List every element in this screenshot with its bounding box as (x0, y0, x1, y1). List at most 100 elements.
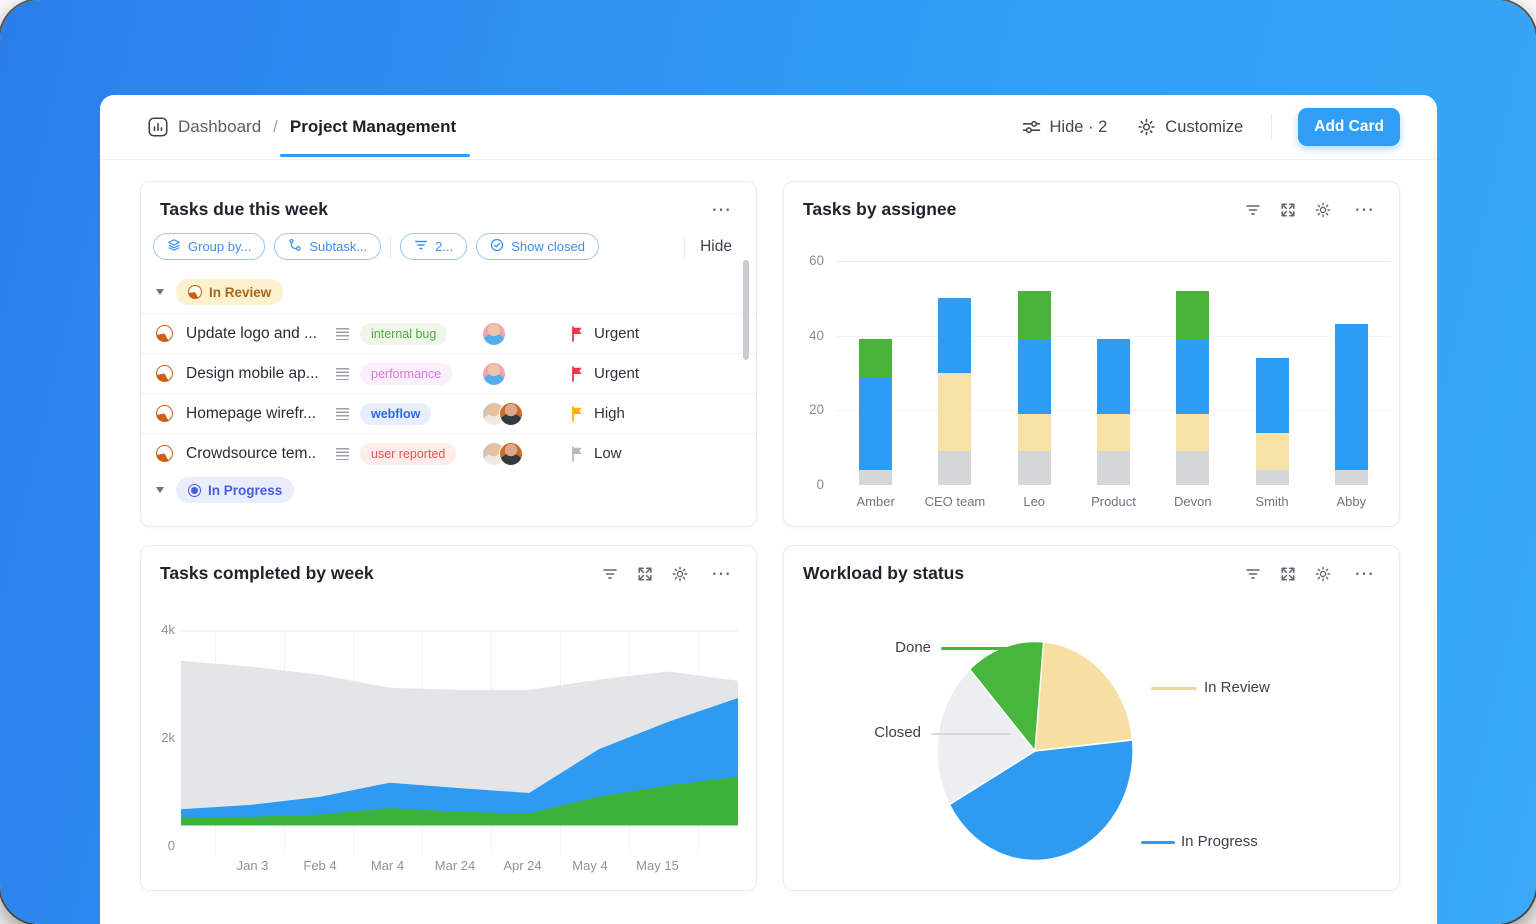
pie-label-closed: Closed (784, 723, 921, 743)
priority-label: Urgent (594, 325, 639, 342)
card-menu-button[interactable]: ⋯ (707, 203, 736, 217)
stacked-bar (938, 298, 971, 485)
gear-icon[interactable] (1315, 202, 1331, 218)
segment-blue (1256, 358, 1289, 433)
filter-icon[interactable] (602, 566, 618, 582)
task-title[interactable]: Crowdsource tem.. (186, 445, 336, 463)
assignee-avatars[interactable] (482, 402, 570, 426)
x-tick-label: Mar 4 (371, 858, 404, 873)
workload-pie-chart: Done In Review Closed In Progress (784, 546, 1399, 890)
avatar (499, 402, 523, 426)
subtask-icon (288, 238, 302, 255)
breadcrumb-dashboard[interactable]: Dashboard (178, 117, 261, 137)
dashboard-chart-icon (148, 117, 168, 137)
segment-gray (1256, 470, 1289, 485)
y-tick-label: 20 (790, 402, 824, 417)
segment-blue (938, 298, 971, 373)
breadcrumb-current-tab[interactable]: Project Management (290, 117, 456, 137)
group-by-chip[interactable]: Group by... (153, 233, 265, 260)
status-group-row[interactable]: In Progress (141, 473, 756, 511)
sliders-icon (1022, 118, 1041, 136)
chips-divider (390, 236, 391, 258)
priority-cell[interactable]: Urgent (570, 325, 744, 342)
collapse-triangle-icon[interactable] (156, 289, 164, 295)
task-title[interactable]: Homepage wirefr... (186, 405, 336, 423)
pie-line-in-review (1151, 687, 1197, 690)
filter-icon[interactable] (1245, 202, 1261, 218)
bar-column[interactable]: Leo (995, 261, 1074, 485)
segment-green (1176, 291, 1209, 340)
pie-line-done (941, 647, 1007, 650)
task-row[interactable]: Homepage wirefr... webflow High (141, 393, 756, 433)
card-title: Tasks by assignee (803, 199, 956, 220)
task-row[interactable]: Crowdsource tem.. user reported Low (141, 433, 756, 473)
top-bar-actions: Hide · 2 Customize Add Card (1020, 108, 1400, 146)
completed-header: Tasks completed by week ⋯ (141, 546, 756, 584)
expand-icon[interactable] (1280, 202, 1296, 218)
segment-green (859, 339, 892, 376)
scrollbar-thumb[interactable] (743, 260, 749, 360)
segment-blue (859, 377, 892, 470)
status-pill[interactable]: In Review (176, 279, 283, 305)
x-tick-label: May 15 (636, 858, 679, 873)
subtask-chip[interactable]: Subtask... (274, 233, 381, 260)
tasks-due-header: Tasks due this week ⋯ (141, 182, 756, 220)
segment-gray (1176, 451, 1209, 485)
add-card-button[interactable]: Add Card (1298, 108, 1400, 146)
customize-button[interactable]: Customize (1135, 114, 1245, 141)
gear-icon[interactable] (672, 566, 688, 582)
assignee-avatars[interactable] (482, 442, 570, 466)
card-menu-button[interactable]: ⋯ (707, 567, 736, 581)
task-title[interactable]: Design mobile ap... (186, 365, 336, 383)
breadcrumb-separator: / (273, 117, 278, 137)
bar-column[interactable]: Amber (836, 261, 915, 485)
assignee-avatars[interactable] (482, 322, 570, 346)
status-pill[interactable]: In Progress (176, 477, 294, 503)
priority-cell[interactable]: Urgent (570, 365, 744, 382)
bar-column[interactable]: Product (1074, 261, 1153, 485)
chip-label: Show closed (511, 239, 585, 254)
assignee-bar-chart: 0204060AmberCEO teamLeoProductDevonSmith… (784, 261, 1399, 485)
x-tick-label: Mar 24 (435, 858, 475, 873)
task-tag[interactable]: internal bug (360, 323, 447, 345)
show-closed-chip[interactable]: Show closed (476, 233, 599, 260)
segment-gray (1018, 451, 1051, 485)
bars-wrap: AmberCEO teamLeoProductDevonSmithAbby (836, 261, 1391, 485)
pie-label-in-review: In Review (1204, 678, 1270, 698)
card-menu-button[interactable]: ⋯ (1350, 203, 1379, 217)
status-group-row[interactable]: In Review (141, 275, 756, 313)
task-title[interactable]: Update logo and ... (186, 325, 336, 343)
task-row[interactable]: Design mobile ap... performance Urgent (141, 353, 756, 393)
hide-card-button[interactable]: Hide (694, 238, 738, 256)
top-bar: Dashboard / Project Management Hide · 2 (100, 95, 1437, 160)
task-tag[interactable]: user reported (360, 443, 456, 465)
check-circle-icon (490, 238, 504, 255)
task-row[interactable]: Update logo and ... internal bug Urgent (141, 313, 756, 353)
breadcrumb: Dashboard / Project Management (148, 117, 456, 137)
dashboard-grid: Tasks due this week ⋯ Group by... Subtas… (100, 160, 1437, 891)
filters-chip[interactable]: 2... (400, 233, 467, 260)
priority-cell[interactable]: Low (570, 445, 744, 462)
pie-label-done: Done (784, 638, 931, 658)
bar-column[interactable]: Smith (1232, 261, 1311, 485)
assignee-avatars[interactable] (482, 362, 570, 386)
priority-cell[interactable]: High (570, 405, 744, 422)
bar-column[interactable]: CEO team (915, 261, 994, 485)
priority-label: High (594, 405, 625, 422)
y-tick-label: 0 (790, 477, 824, 492)
y-tick-label: 2k (141, 730, 175, 745)
layers-icon (167, 238, 181, 255)
segment-green (1018, 291, 1051, 340)
collapse-triangle-icon[interactable] (156, 487, 164, 493)
tag-cell: internal bug (360, 323, 482, 345)
x-tick-label: Jan 3 (237, 858, 269, 873)
x-tick-label: Smith (1255, 494, 1288, 509)
stacked-bar (1335, 324, 1368, 485)
bar-column[interactable]: Abby (1312, 261, 1391, 485)
task-tag[interactable]: performance (360, 363, 452, 385)
expand-icon[interactable] (637, 566, 653, 582)
bar-column[interactable]: Devon (1153, 261, 1232, 485)
hide-button[interactable]: Hide · 2 (1020, 114, 1110, 141)
stacked-bar (1018, 291, 1051, 485)
task-tag[interactable]: webflow (360, 403, 431, 425)
